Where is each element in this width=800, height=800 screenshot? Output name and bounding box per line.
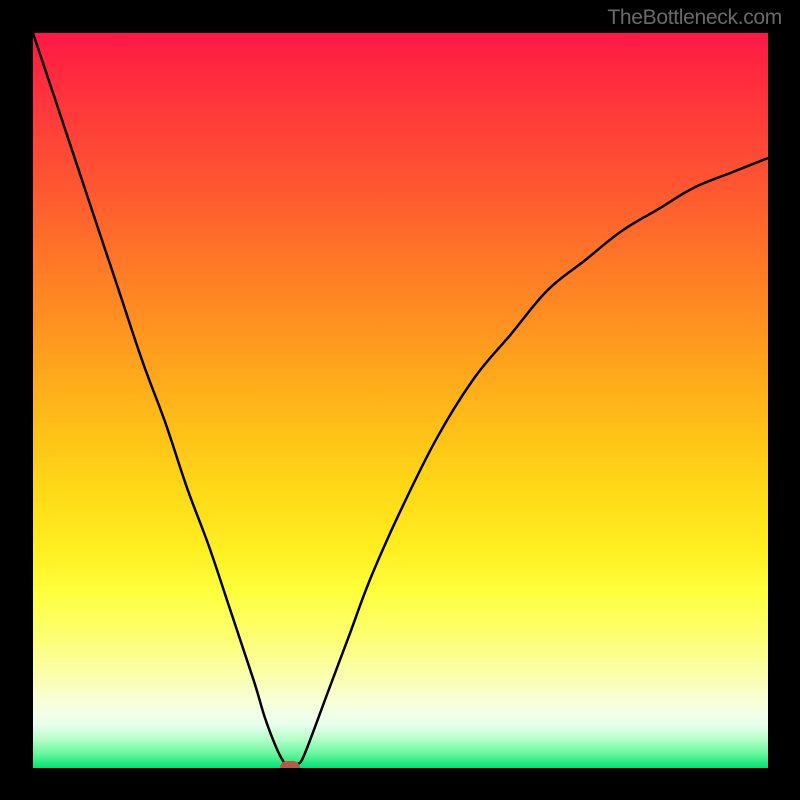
- optimal-marker: [280, 761, 300, 768]
- watermark-text: TheBottleneck.com: [607, 6, 782, 30]
- curve-svg: [33, 33, 768, 768]
- bottleneck-curve: [33, 33, 768, 768]
- plot-area: [33, 33, 768, 768]
